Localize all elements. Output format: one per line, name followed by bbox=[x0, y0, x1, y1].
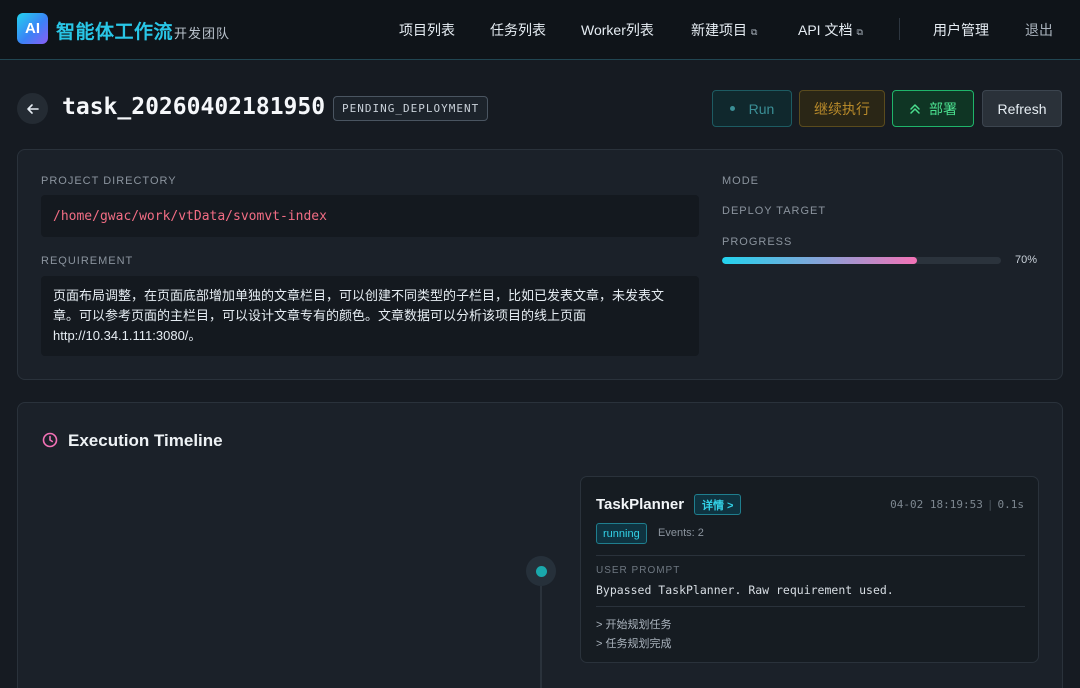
deploy-button[interactable]: 部署 bbox=[892, 90, 974, 127]
mode-label: MODE bbox=[722, 175, 759, 187]
arrow-left-icon bbox=[26, 103, 39, 114]
progress-bar bbox=[722, 257, 1001, 264]
nav-item-projects[interactable]: 项目列表 bbox=[399, 20, 455, 40]
requirement-line: 章。可以参考页面的主栏目，可以设计文章专有的颜色。文章数据可以分析该项目的线上页… bbox=[53, 308, 587, 323]
project-directory-label: PROJECT DIRECTORY bbox=[41, 175, 177, 187]
double-chevron-up-icon bbox=[910, 103, 920, 114]
top-navigation-bar: AI 智能体工作流 开发团队 项目列表 任务列表 Worker列表 新建项目 ⧉ … bbox=[0, 0, 1080, 60]
requirement-text: 页面布局调整，在页面底部增加单独的文章栏目，可以创建不同类型的子栏目，比如已发表… bbox=[41, 276, 699, 356]
nav-item-new-project[interactable]: 新建项目 ⧉ bbox=[691, 20, 757, 40]
event-duration: 0.1s bbox=[997, 498, 1025, 511]
project-directory-value: /home/gwac/work/vtData/svomvt-index bbox=[41, 195, 699, 237]
requirement-label: REQUIREMENT bbox=[41, 255, 134, 267]
event-agent-name: TaskPlanner bbox=[596, 496, 685, 513]
deploy-target-label: DEPLOY TARGET bbox=[722, 205, 827, 217]
task-info-card: PROJECT DIRECTORY /home/gwac/work/vtData… bbox=[17, 149, 1063, 380]
nav-item-workers[interactable]: Worker列表 bbox=[581, 20, 654, 40]
run-button[interactable]: Run bbox=[712, 90, 792, 127]
event-step: > 任务规划完成 bbox=[596, 638, 672, 650]
timeline-node-dot bbox=[535, 565, 547, 577]
timeline-title: Execution Timeline bbox=[68, 431, 223, 450]
event-detail-button[interactable]: 详情 > bbox=[694, 494, 742, 515]
event-count: Events: 2 bbox=[658, 527, 704, 539]
nav-divider bbox=[899, 18, 900, 40]
nav-item-user-management[interactable]: 用户管理 bbox=[933, 20, 989, 40]
app-logo[interactable]: AI bbox=[17, 13, 48, 44]
nav-item-logout[interactable]: 退出 bbox=[1025, 20, 1053, 40]
requirement-line: http://10.34.1.111:3080/。 bbox=[53, 328, 202, 343]
nav-item-tasks[interactable]: 任务列表 bbox=[490, 20, 546, 40]
event-state-badge: running bbox=[596, 523, 647, 544]
clock-icon bbox=[42, 432, 58, 448]
external-link-icon: ⧉ bbox=[751, 27, 758, 37]
progress-bar-fill bbox=[722, 257, 918, 264]
event-timestamp: 04-02 18:19:53 bbox=[890, 498, 983, 511]
event-divider bbox=[596, 555, 1025, 556]
external-link-icon: ⧉ bbox=[856, 27, 863, 37]
event-timing: 04-02 18:19:53 | 0.1s bbox=[890, 498, 1024, 511]
progress-percent: 70% bbox=[1015, 254, 1038, 266]
app-title[interactable]: 智能体工作流 bbox=[56, 17, 173, 44]
progress-label: PROGRESS bbox=[722, 236, 793, 248]
event-divider bbox=[596, 606, 1025, 607]
timeline-event-card: TaskPlanner 详情 > 04-02 18:19:53 | 0.1s run… bbox=[580, 476, 1039, 663]
task-title: task_20260402181950 bbox=[62, 94, 326, 120]
back-button[interactable] bbox=[17, 93, 48, 124]
timeline-node bbox=[526, 556, 556, 586]
user-prompt-text: Bypassed TaskPlanner. Raw requirement us… bbox=[596, 583, 894, 597]
app-subtitle: 开发团队 bbox=[174, 26, 231, 41]
continue-execution-button[interactable]: 继续执行 bbox=[799, 90, 885, 127]
event-step: > 开始规划任务 bbox=[596, 619, 672, 631]
refresh-button[interactable]: Refresh bbox=[982, 90, 1062, 127]
user-prompt-label: USER PROMPT bbox=[596, 565, 681, 576]
execution-timeline-card: Execution Timeline TaskPlanner 详情 > 04-0… bbox=[17, 402, 1063, 688]
nav-item-api-docs[interactable]: API 文档 ⧉ bbox=[798, 20, 863, 40]
timeline-connector bbox=[540, 586, 542, 688]
status-badge: PENDING_DEPLOYMENT bbox=[333, 96, 489, 121]
requirement-line: 页面布局调整，在页面底部增加单独的文章栏目，可以创建不同类型的子栏目，比如已发表… bbox=[53, 288, 665, 303]
play-icon bbox=[729, 106, 735, 111]
